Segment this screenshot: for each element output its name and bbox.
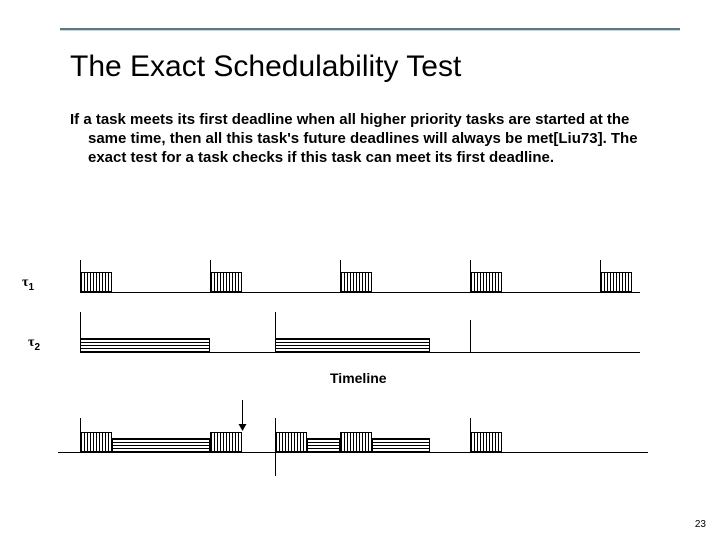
slide-body: If a task meets its first deadline when … bbox=[70, 110, 650, 168]
slide-title: The Exact Schedulability Test bbox=[70, 50, 461, 84]
lane1-exec bbox=[210, 272, 242, 292]
page-number: 23 bbox=[695, 519, 706, 530]
timeline-t1 bbox=[340, 432, 372, 452]
timeline-t1 bbox=[210, 432, 242, 452]
lane1-exec bbox=[80, 272, 112, 292]
timeline-t2 bbox=[372, 438, 430, 452]
lane2-tick bbox=[470, 320, 471, 352]
timeline-t1 bbox=[470, 432, 502, 452]
tau2-sub: 2 bbox=[34, 342, 40, 353]
lane1-baseline bbox=[80, 292, 640, 293]
tau2-label: τ2 bbox=[28, 333, 40, 353]
lane1-exec bbox=[470, 272, 502, 292]
lane2-baseline bbox=[80, 352, 640, 353]
lane1-exec bbox=[600, 272, 632, 292]
lane2-exec bbox=[80, 338, 210, 352]
lane2-exec bbox=[275, 338, 430, 352]
deadline-arrow-head bbox=[239, 424, 247, 431]
tau1-label: τ1 bbox=[22, 273, 34, 293]
tau1-sub: 1 bbox=[28, 282, 34, 293]
timeline-t1 bbox=[275, 432, 307, 452]
slide: The Exact Schedulability Test If a task … bbox=[0, 0, 720, 540]
timeline-label: Timeline bbox=[330, 370, 387, 386]
diagram: τ1 τ2 Timeline bbox=[40, 250, 680, 510]
timeline-t2 bbox=[307, 438, 340, 452]
deadline-arrow-stem bbox=[242, 400, 243, 424]
timeline-t1 bbox=[80, 432, 112, 452]
timeline-t2 bbox=[112, 438, 210, 452]
timeline-baseline bbox=[58, 452, 648, 453]
header-rule bbox=[60, 28, 680, 31]
lane1-exec bbox=[340, 272, 372, 292]
